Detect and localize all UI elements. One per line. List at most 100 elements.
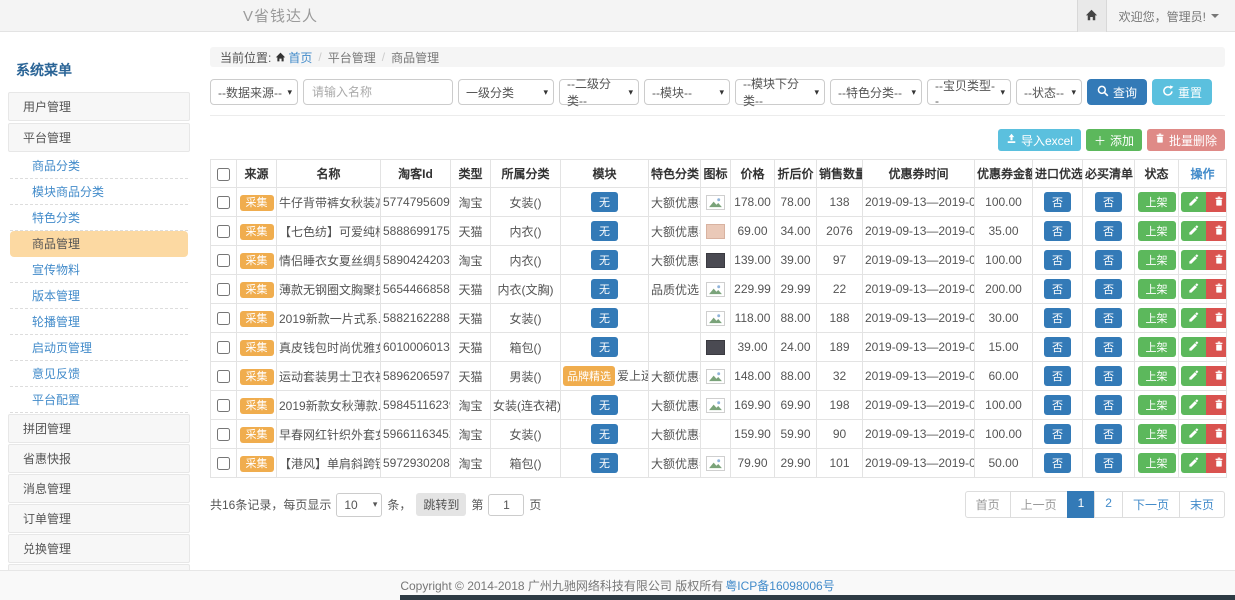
sidebar-item-goods-category[interactable]: 商品分类 — [10, 153, 188, 179]
edit-button[interactable] — [1181, 424, 1206, 444]
must-buy-toggle[interactable]: 否 — [1095, 337, 1122, 357]
sidebar-item-group-buy[interactable]: 拼团管理 — [8, 414, 190, 443]
edit-button[interactable] — [1181, 308, 1206, 328]
home-button[interactable] — [1077, 0, 1107, 32]
delete-button[interactable] — [1206, 221, 1227, 241]
module-badge[interactable]: 无 — [591, 308, 618, 328]
edit-button[interactable] — [1181, 192, 1206, 212]
row-checkbox[interactable] — [217, 196, 230, 209]
sidebar-item-feedback[interactable]: 意见反馈 — [10, 361, 188, 387]
pager-button-1[interactable]: 1 — [1067, 491, 1096, 518]
status-button[interactable]: 上架 — [1138, 453, 1176, 473]
delete-button[interactable] — [1206, 337, 1227, 357]
must-buy-toggle[interactable]: 否 — [1095, 308, 1122, 328]
import-select-toggle[interactable]: 否 — [1044, 250, 1071, 270]
must-buy-toggle[interactable]: 否 — [1095, 424, 1122, 444]
row-checkbox[interactable] — [217, 428, 230, 441]
must-buy-toggle[interactable]: 否 — [1095, 192, 1122, 212]
status-button[interactable]: 上架 — [1138, 337, 1176, 357]
pager-button-末页[interactable]: 末页 — [1179, 491, 1225, 518]
row-checkbox[interactable] — [217, 312, 230, 325]
breadcrumb-home-link[interactable]: 首页 — [288, 49, 312, 66]
sidebar-item-saving-news[interactable]: 省惠快报 — [8, 444, 190, 473]
module-badge[interactable]: 无 — [591, 221, 618, 241]
search-input[interactable] — [303, 79, 453, 105]
module-badge[interactable]: 品牌精选 — [563, 366, 615, 386]
sidebar-item-feature-category[interactable]: 特色分类 — [10, 205, 188, 231]
icp-link[interactable]: 粤ICP备16098006号 — [725, 577, 834, 594]
pager-button-下一页[interactable]: 下一页 — [1122, 491, 1180, 518]
status-button[interactable]: 上架 — [1138, 366, 1176, 386]
delete-button[interactable] — [1206, 192, 1227, 212]
import-select-toggle[interactable]: 否 — [1044, 279, 1071, 299]
delete-button[interactable] — [1206, 279, 1227, 299]
sidebar-item-platform[interactable]: 平台管理 — [8, 123, 190, 152]
status-button[interactable]: 上架 — [1138, 250, 1176, 270]
row-checkbox[interactable] — [217, 225, 230, 238]
page-number-input[interactable] — [488, 494, 524, 516]
per-page-select[interactable]: 10 ▾ — [336, 493, 382, 517]
module-badge[interactable]: 无 — [591, 453, 618, 473]
import-select-toggle[interactable]: 否 — [1044, 395, 1071, 415]
sidebar-item-carousel-management[interactable]: 轮播管理 — [10, 309, 188, 335]
must-buy-toggle[interactable]: 否 — [1095, 250, 1122, 270]
delete-button[interactable] — [1206, 366, 1227, 386]
module-badge[interactable]: 无 — [591, 395, 618, 415]
edit-button[interactable] — [1181, 366, 1206, 386]
must-buy-toggle[interactable]: 否 — [1095, 453, 1122, 473]
row-checkbox[interactable] — [217, 399, 230, 412]
delete-button[interactable] — [1206, 250, 1227, 270]
edit-button[interactable] — [1181, 279, 1206, 299]
row-checkbox[interactable] — [217, 457, 230, 470]
delete-button[interactable] — [1206, 453, 1227, 473]
filter-select-data-source[interactable]: --数据来源--▾ — [210, 79, 298, 105]
row-checkbox[interactable] — [217, 370, 230, 383]
import-select-toggle[interactable]: 否 — [1044, 308, 1071, 328]
delete-button[interactable] — [1206, 395, 1227, 415]
edit-button[interactable] — [1181, 395, 1206, 415]
module-badge[interactable]: 无 — [591, 192, 618, 212]
edit-button[interactable] — [1181, 250, 1206, 270]
filter-select-status[interactable]: --状态--▾ — [1016, 79, 1082, 105]
edit-button[interactable] — [1181, 453, 1206, 473]
query-button[interactable]: 查询 — [1087, 79, 1147, 105]
sidebar-item-users[interactable]: 用户管理 — [8, 92, 190, 121]
module-badge[interactable]: 无 — [591, 279, 618, 299]
status-button[interactable]: 上架 — [1138, 221, 1176, 241]
sidebar-item-exchange[interactable]: 兑换管理 — [8, 534, 190, 563]
edit-button[interactable] — [1181, 221, 1206, 241]
sidebar-item-platform-config[interactable]: 平台配置 — [10, 387, 188, 413]
delete-button[interactable] — [1206, 424, 1227, 444]
import-select-toggle[interactable]: 否 — [1044, 453, 1071, 473]
sidebar-item-orders[interactable]: 订单管理 — [8, 504, 190, 533]
filter-select-level2-category[interactable]: --二级分类--▾ — [559, 79, 639, 105]
row-checkbox[interactable] — [217, 283, 230, 296]
module-badge[interactable]: 无 — [591, 337, 618, 357]
module-badge[interactable]: 无 — [591, 424, 618, 444]
sidebar-item-goods-management[interactable]: 商品管理 — [10, 231, 188, 257]
sidebar-item-messages[interactable]: 消息管理 — [8, 474, 190, 503]
filter-select-feature-category[interactable]: --特色分类--▾ — [830, 79, 922, 105]
must-buy-toggle[interactable]: 否 — [1095, 279, 1122, 299]
sidebar-item-promo-materials[interactable]: 宣传物料 — [10, 257, 188, 283]
filter-select-level1-category[interactable]: 一级分类▾ — [458, 79, 554, 105]
status-button[interactable]: 上架 — [1138, 424, 1176, 444]
select-all-checkbox[interactable] — [217, 168, 230, 181]
delete-button[interactable] — [1206, 308, 1227, 328]
user-menu[interactable]: 欢迎您，管理员! — [1107, 0, 1235, 32]
import-select-toggle[interactable]: 否 — [1044, 192, 1071, 212]
import-select-toggle[interactable]: 否 — [1044, 366, 1071, 386]
import-select-toggle[interactable]: 否 — [1044, 337, 1071, 357]
must-buy-toggle[interactable]: 否 — [1095, 366, 1122, 386]
jump-button[interactable]: 跳转到 — [416, 493, 466, 516]
sidebar-item-splash-management[interactable]: 启动页管理 — [10, 335, 188, 361]
reset-button[interactable]: 重置 — [1152, 79, 1212, 105]
row-checkbox[interactable] — [217, 254, 230, 267]
must-buy-toggle[interactable]: 否 — [1095, 221, 1122, 241]
import-excel-button[interactable]: 导入excel — [998, 129, 1081, 151]
add-button[interactable]: ＋ 添加 — [1086, 129, 1142, 151]
batch-delete-button[interactable]: 批量删除 — [1147, 129, 1225, 151]
status-button[interactable]: 上架 — [1138, 192, 1176, 212]
sidebar-item-module-goods-category[interactable]: 模块商品分类 — [10, 179, 188, 205]
filter-select-module[interactable]: --模块--▾ — [644, 79, 730, 105]
